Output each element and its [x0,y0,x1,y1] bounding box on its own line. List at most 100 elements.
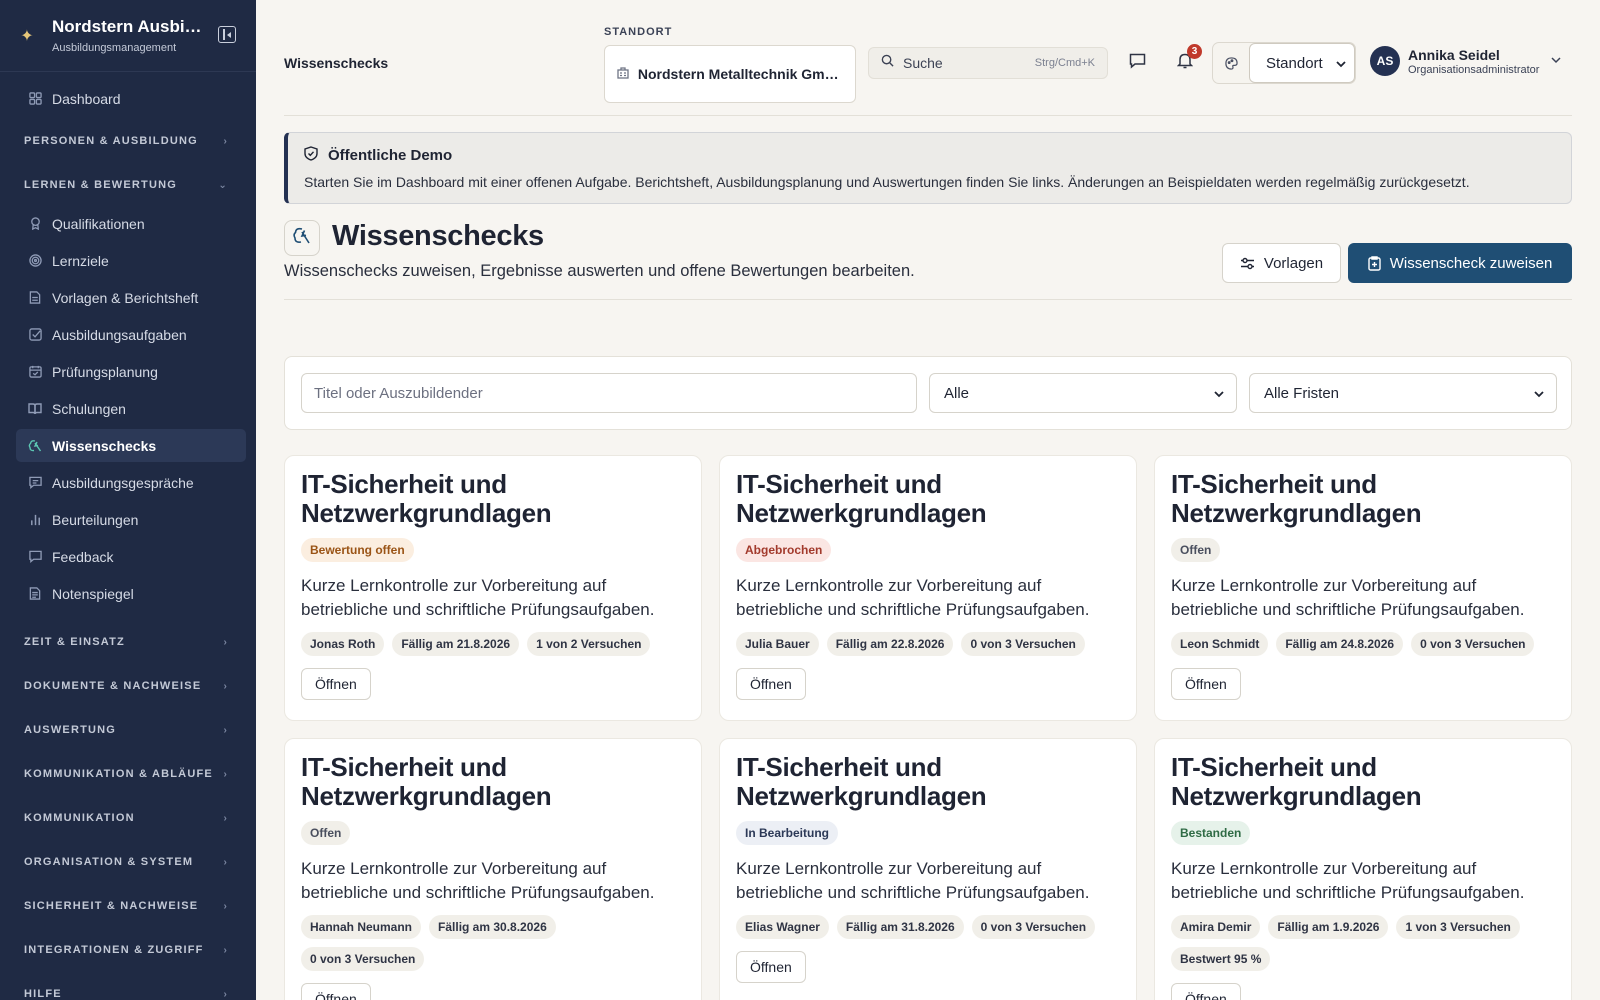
standort-selector[interactable]: Nordstern Metalltechnik Gmb... [604,45,856,103]
chevron-right-icon: › [223,680,228,692]
open-button[interactable]: Öffnen [301,668,371,700]
card-meta: Jonas Roth Fällig am 21.8.2026 1 von 2 V… [301,632,685,656]
chevron-right-icon: › [223,636,228,648]
search-shortcut: Strg/Cmd+K [1034,57,1095,69]
sidebar-item-notenspiegel[interactable]: Notenspiegel [16,577,246,610]
chevron-down-icon [1214,385,1224,402]
sidebar-section-zeit-einsatz[interactable]: ZEIT & EINSATZ › [0,620,256,664]
sidebar-item-lernziele[interactable]: Lernziele [16,244,246,277]
trainee-chip: Amira Demir [1171,915,1261,939]
book-icon [28,402,42,416]
sidebar-item-label: Schulungen [52,400,126,417]
sidebar-item-feedback[interactable]: Feedback [16,540,246,573]
notifications-button[interactable]: 3 [1170,44,1202,78]
card-meta: Julia Bauer Fällig am 22.8.2026 0 von 3 … [736,632,1120,656]
sidebar-section-dokumente[interactable]: DOKUMENTE & NACHWEISE › [0,664,256,708]
dashboard-icon [28,92,42,106]
brain-icon [28,439,42,453]
section-label: ZEIT & EINSATZ [24,636,125,648]
card-description: Kurze Lernkontrolle zur Vorbereitung auf… [301,576,655,619]
brain-icon [292,226,312,251]
chevron-right-icon: › [223,944,228,956]
open-button[interactable]: Öffnen [1171,983,1241,1000]
status-badge: Bewertung offen [301,538,414,562]
theme-select[interactable]: Standort [1249,43,1355,83]
sidebar-item-pruefungsplanung[interactable]: Prüfungsplanung [16,355,246,388]
attempts-chip: 0 von 3 Versuchen [961,632,1085,656]
sidebar-section-hilfe[interactable]: HILFE › [0,972,256,1000]
sidebar-section-organisation[interactable]: ORGANISATION & SYSTEM › [0,840,256,884]
card-meta: Elias Wagner Fällig am 31.8.2026 0 von 3… [736,915,1120,939]
chevron-right-icon: › [223,724,228,736]
chevron-down-icon [1551,55,1561,67]
section-label: INTEGRATIONEN & ZUGRIFF [24,944,204,956]
user-menu[interactable]: AS Annika Seidel Organisationsadministra… [1370,46,1561,76]
card-title: IT-Sicherheit und Netzwerkgrundlagen [736,469,987,528]
collapse-sidebar-icon[interactable] [218,26,236,43]
app-name: Nordstern Ausbil... [52,17,202,36]
assign-check-button[interactable]: Wissenscheck zuweisen [1348,243,1572,283]
open-button[interactable]: Öffnen [1171,668,1241,700]
chevron-down-icon: ⌄ [218,179,228,191]
list-icon [28,587,42,601]
due-date-chip: Fällig am 30.8.2026 [429,915,556,939]
sidebar-item-label: Prüfungsplanung [52,363,158,380]
chevron-right-icon: › [223,135,228,147]
open-button[interactable]: Öffnen [301,983,371,1000]
section-label: KOMMUNIKATION [24,812,135,824]
palette-icon [1213,56,1249,70]
section-label: DOKUMENTE & NACHWEISE [24,680,202,692]
trainee-chip: Leon Schmidt [1171,632,1269,656]
status-badge: Offen [301,821,351,845]
section-label: KOMMUNIKATION & ABLÄUFE [24,768,213,780]
section-label: ORGANISATION & SYSTEM [24,856,194,868]
filter-search-input[interactable] [301,373,917,413]
due-date-chip: Fällig am 24.8.2026 [1276,632,1404,656]
sidebar-section-personen[interactable]: PERSONEN & AUSBILDUNG › [0,119,256,163]
page-breadcrumb: Wissenschecks [284,55,389,71]
sidebar-item-schulungen[interactable]: Schulungen [16,392,246,425]
due-date-chip: Fällig am 31.8.2026 [836,915,964,939]
sidebar-item-qualifikationen[interactable]: Qualifikationen [16,207,246,240]
sidebar-item-label: Qualifikationen [52,215,145,232]
sidebar-item-wissenschecks[interactable]: Wissenschecks [16,429,246,462]
chevron-down-icon [1534,385,1544,402]
avatar: AS [1370,46,1400,76]
sidebar-item-dashboard[interactable]: Dashboard [16,82,246,115]
sidebar-item-ausbildungsaufgaben[interactable]: Ausbildungsaufgaben [16,318,246,351]
theme-select-value: Standort [1266,54,1323,72]
sidebar-nav: Dashboard PERSONEN & AUSBILDUNG › LERNEN… [0,72,256,1000]
card-title: IT-Sicherheit und Netzwerkgrundlagen [1171,469,1422,528]
standort-label: STANDORT [604,26,673,38]
knowledge-check-card: IT-Sicherheit und Netzwerkgrundlagen Off… [1154,455,1572,721]
messages-button[interactable] [1122,48,1152,78]
deadline-filter-value: Alle Fristen [1264,384,1340,402]
section-label: SICHERHEIT & NACHWEISE [24,900,199,912]
award-icon [28,217,42,231]
filter-bar: Alle Alle Fristen [284,356,1572,430]
sidebar-item-label: Beurteilungen [52,511,139,528]
open-button[interactable]: Öffnen [736,951,806,983]
templates-button[interactable]: Vorlagen [1222,243,1341,283]
sidebar-section-integrationen[interactable]: INTEGRATIONEN & ZUGRIFF › [0,928,256,972]
open-button[interactable]: Öffnen [736,668,806,700]
attempts-chip: 0 von 3 Versuchen [971,915,1096,939]
card-description: Kurze Lernkontrolle zur Vorbereitung auf… [301,859,655,902]
section-label: AUSWERTUNG [24,724,117,736]
attempts-chip: 0 von 3 Versuchen [301,947,425,971]
knowledge-check-card: IT-Sicherheit und Netzwerkgrundlagen Bes… [1154,738,1572,1000]
sidebar-section-auswertung[interactable]: AUSWERTUNG › [0,708,256,752]
chevron-right-icon: › [223,988,228,1000]
sidebar-section-kommunikation[interactable]: KOMMUNIKATION › [0,796,256,840]
sidebar-item-ausbildungsgespraeche[interactable]: Ausbildungsgespräche [16,466,246,499]
sidebar-section-lernen[interactable]: LERNEN & BEWERTUNG ⌄ [0,163,256,207]
status-filter-select[interactable]: Alle [929,373,1237,413]
global-search[interactable]: Suche Strg/Cmd+K [868,47,1108,79]
sidebar-section-sicherheit[interactable]: SICHERHEIT & NACHWEISE › [0,884,256,928]
chevron-right-icon: › [223,768,228,780]
sidebar-item-vorlagen-berichtsheft[interactable]: Vorlagen & Berichtsheft [16,281,246,314]
calendar-icon [28,365,42,379]
sidebar-section-kommunikation-ablaeufe[interactable]: KOMMUNIKATION & ABLÄUFE › [0,752,256,796]
deadline-filter-select[interactable]: Alle Fristen [1249,373,1557,413]
sidebar-item-beurteilungen[interactable]: Beurteilungen [16,503,246,536]
